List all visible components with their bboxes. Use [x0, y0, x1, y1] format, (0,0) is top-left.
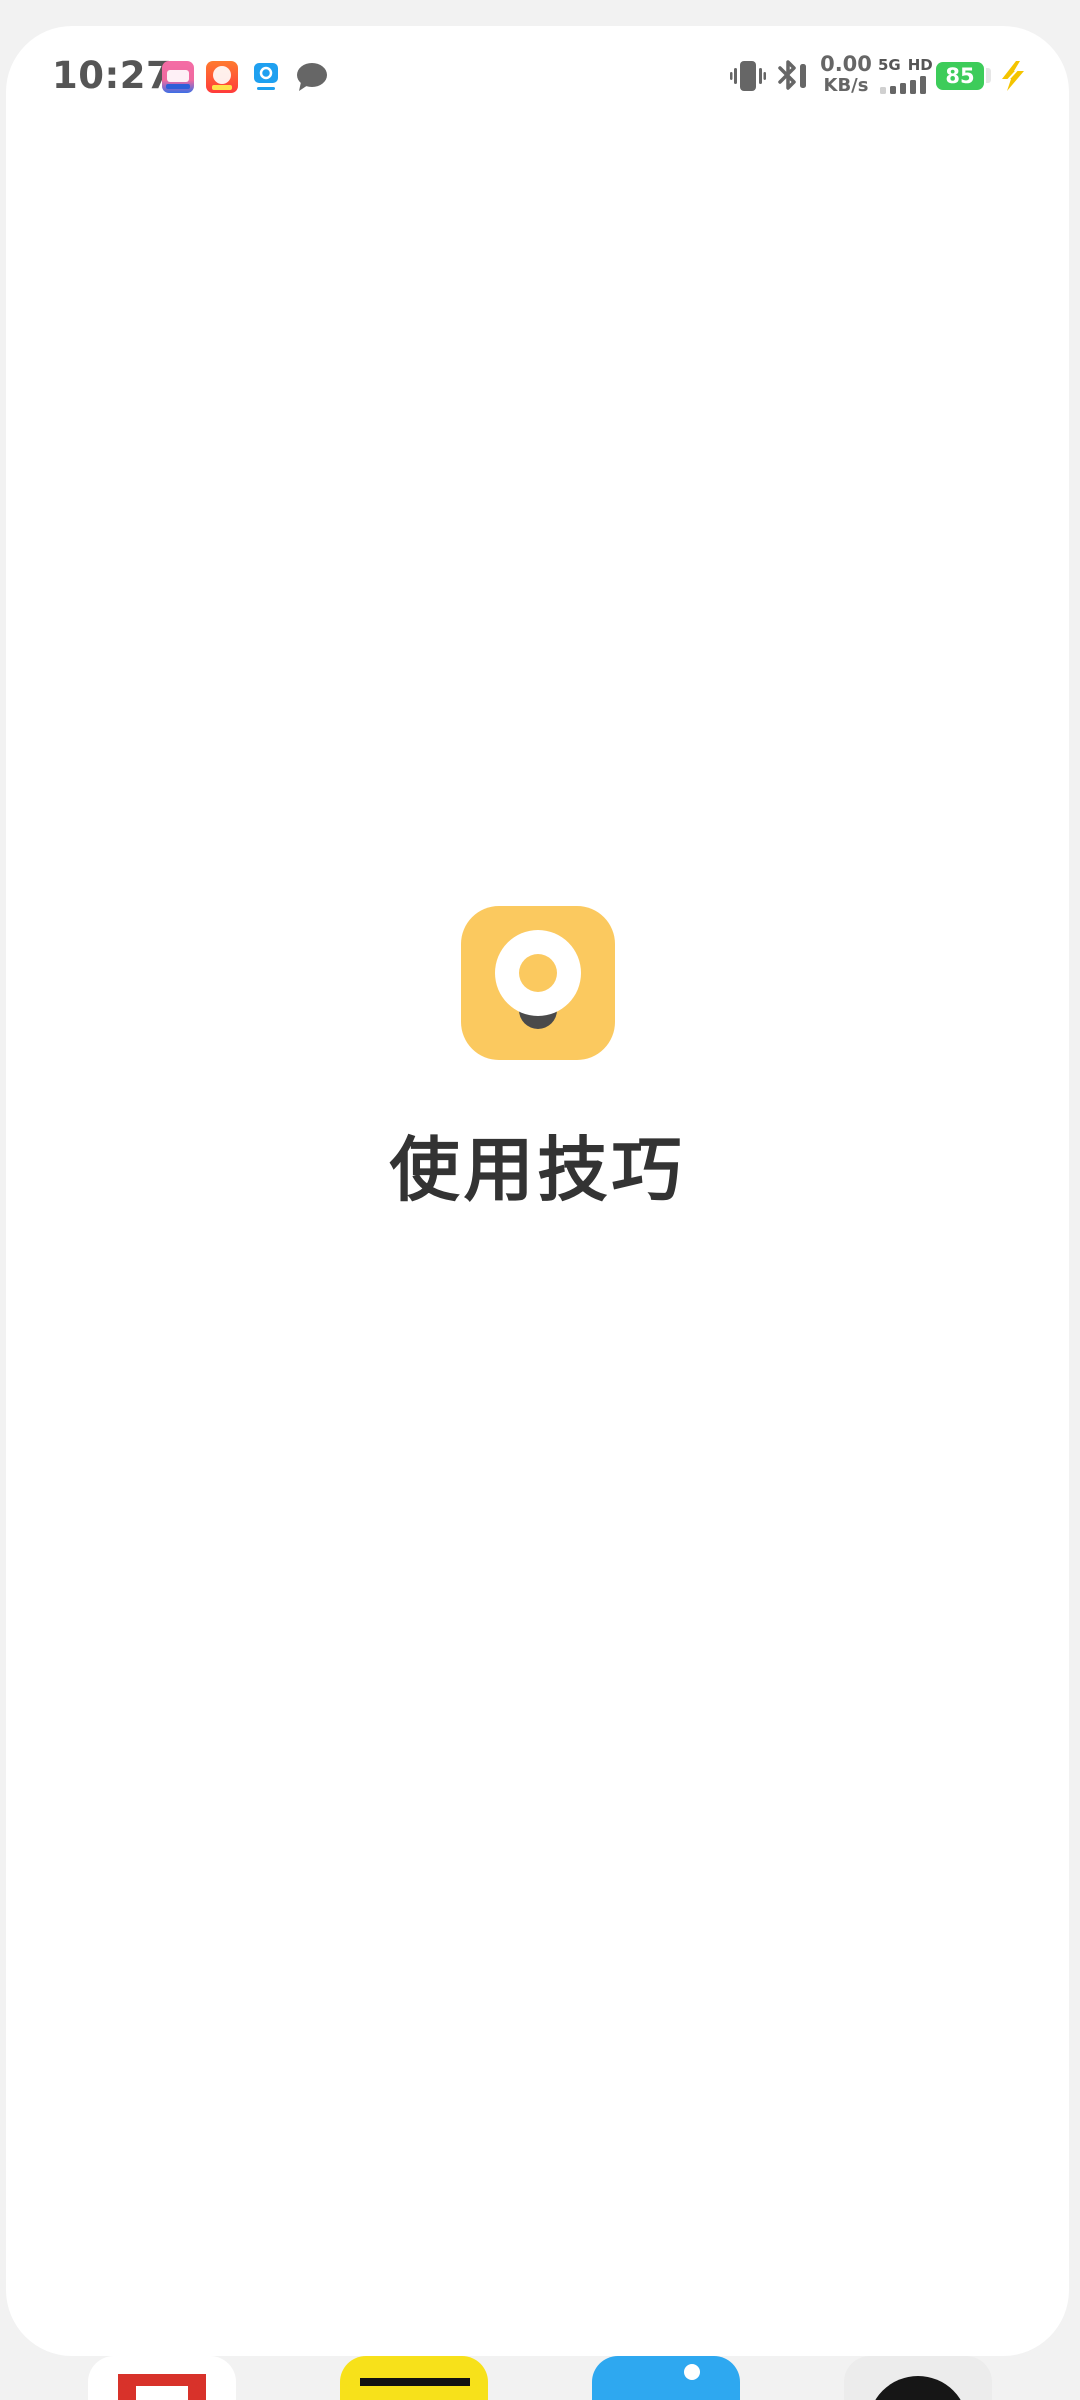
hd-label: HD — [907, 56, 933, 74]
signal-strength-icon — [880, 76, 928, 98]
app-splash-window: 10:27 0.00 KB/s 5G HD 85 使用技巧 — [6, 26, 1069, 2356]
app-logo — [461, 906, 615, 1060]
dock-app-icon-blue[interactable] — [592, 2356, 740, 2400]
bilibili-app-icon — [162, 61, 194, 93]
network-speed-value: 0.00 — [820, 52, 872, 76]
eleme-app-icon — [250, 61, 282, 93]
battery-tip — [986, 68, 991, 83]
screen: 10:27 0.00 KB/s 5G HD 85 使用技巧 — [0, 0, 1080, 2400]
status-bar: 10:27 0.00 KB/s 5G HD 85 — [6, 26, 1069, 122]
message-bubble-icon — [296, 62, 328, 92]
app-title: 使用技巧 — [389, 1129, 686, 1211]
network-type-label: 5G — [878, 56, 901, 74]
battery-indicator: 85 — [936, 62, 984, 90]
signal-labels: 5G HD — [878, 56, 940, 74]
network-speed-unit: KB/s — [823, 75, 869, 96]
lightbulb-icon — [495, 930, 581, 1029]
dock-app-icon-red[interactable] — [88, 2356, 236, 2400]
taobao-app-icon — [206, 61, 238, 93]
status-time: 10:27 — [52, 54, 173, 97]
dock-app-icon-camera[interactable] — [844, 2356, 992, 2400]
bluetooth-icon — [774, 58, 810, 98]
network-speed: 0.00 KB/s — [814, 54, 878, 95]
dock-app-icon-yellow[interactable] — [340, 2356, 488, 2400]
vibrate-icon — [730, 59, 766, 97]
charging-bolt-icon — [998, 60, 1028, 96]
